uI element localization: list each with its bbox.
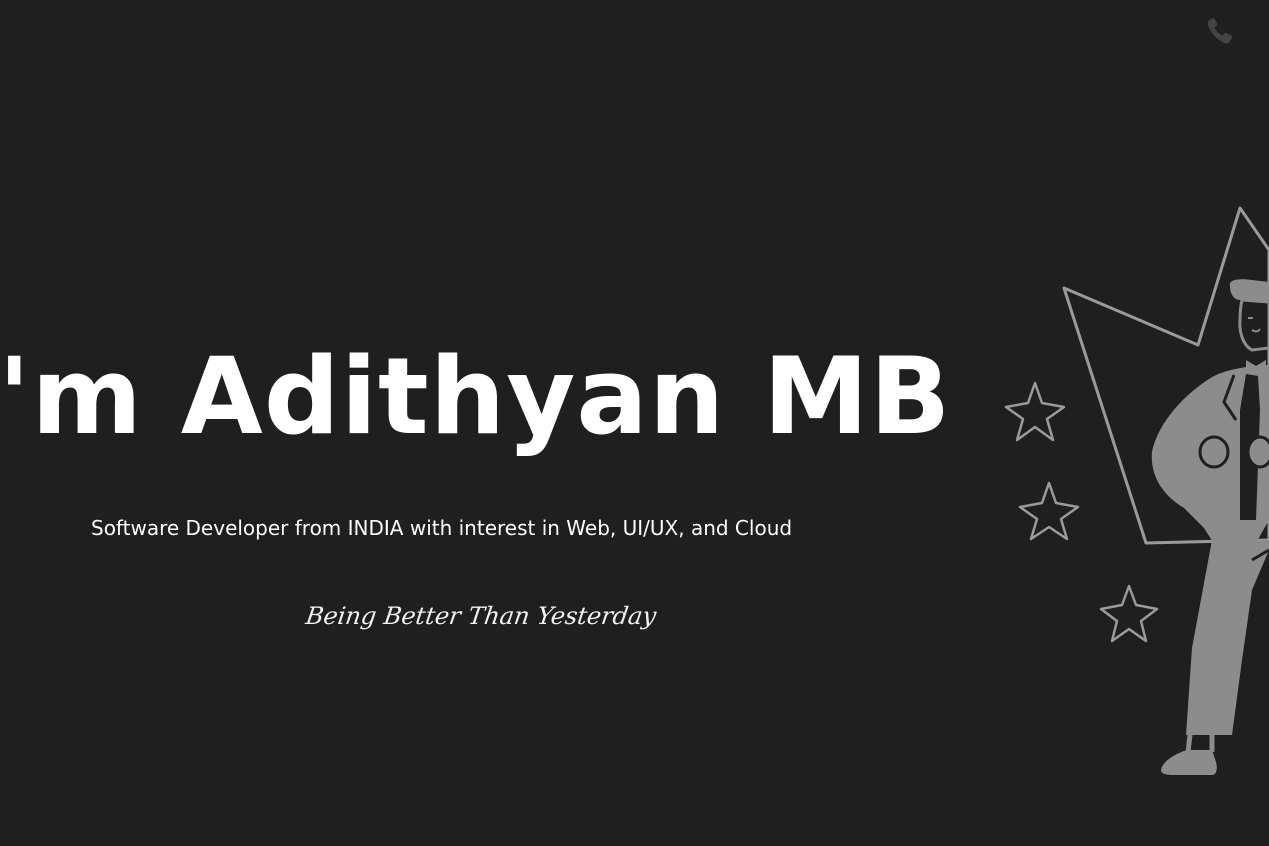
figure-head — [1238, 298, 1269, 352]
phone-icon[interactable] — [1202, 14, 1242, 54]
figure-left-hand — [1198, 435, 1230, 469]
star-outline-2 — [1018, 481, 1080, 541]
figure-right-hand — [1246, 435, 1269, 469]
figure-hat — [1229, 279, 1269, 302]
phone-icon-graphic — [1207, 18, 1233, 44]
figure-trousers — [1186, 540, 1269, 735]
star-outline-1 — [1004, 381, 1066, 442]
character-with-stars-illustration — [1004, 206, 1269, 775]
hero-subtitle: Software Developer from INDIA with inter… — [91, 516, 793, 540]
hero-tagline: Being Better Than Yesterday — [304, 602, 659, 630]
star-outline-3 — [1099, 584, 1159, 643]
hero-title: 'm Adithyan MB — [0, 335, 952, 458]
figure-shoe — [1161, 750, 1217, 775]
